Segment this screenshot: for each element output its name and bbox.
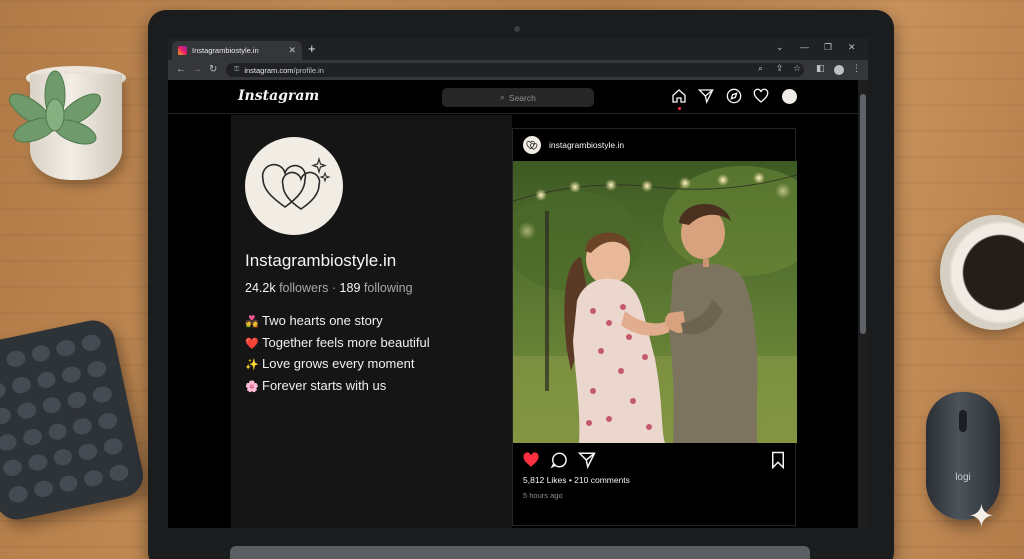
tab-search-chevron-icon[interactable]: ⌄ <box>776 42 784 53</box>
search-icon: ⌕ <box>500 92 505 102</box>
close-window-button[interactable]: ✕ <box>848 42 856 53</box>
bio-text: Love grows every moment <box>262 356 415 371</box>
side-panel-icon[interactable]: ◧ <box>816 63 825 74</box>
browser-profile-icon[interactable] <box>834 65 844 75</box>
following-count[interactable]: 189 <box>340 281 361 295</box>
laptop-base <box>230 546 810 559</box>
two-hearts-logo-icon <box>261 157 331 210</box>
browser-tab-bar: Instagrambiostyle.in ✕ + ⌄ — ❐ ✕ <box>168 38 868 60</box>
url-host: instagram.com <box>244 65 294 75</box>
bio-line: 🌸 Forever starts with us <box>245 376 430 398</box>
profile-username: Instagrambiostyle.in <box>245 251 397 270</box>
instagram-favicon-icon <box>178 46 187 55</box>
bio-text: Two hearts one story <box>262 313 383 328</box>
site-info-icon[interactable]: ⚿ <box>234 66 239 74</box>
webcam <box>514 26 520 32</box>
following-label[interactable]: following <box>364 281 413 295</box>
like-heart-icon[interactable] <box>522 451 540 469</box>
browser-tab[interactable]: Instagrambiostyle.in ✕ <box>172 41 302 60</box>
instagram-page: Instagram ⌕ Search Instagrambiostyle.in … <box>168 80 858 528</box>
tab-close-icon[interactable]: ✕ <box>288 45 296 56</box>
post-card: instagrambiostyle.in 5,812 Likes • 210 c… <box>512 128 797 526</box>
bio-line: ✨ Love grows every moment <box>245 354 430 376</box>
post-photo[interactable] <box>513 161 797 443</box>
forward-arrow-icon[interactable]: → <box>192 63 202 77</box>
url-text: instagram.com/profile.in <box>244 66 324 75</box>
scrollbar-thumb[interactable] <box>860 94 866 334</box>
profile-panel: Instagrambiostyle.in 24.2k followers · 1… <box>231 115 512 528</box>
mouse-wheel <box>959 410 967 432</box>
reload-icon[interactable]: ↻ <box>209 63 217 77</box>
bio-text: Forever starts with us <box>262 377 387 393</box>
stats-separator: · <box>331 281 337 295</box>
bio-text: Together feels more beautiful <box>262 334 430 350</box>
followers-label[interactable]: followers <box>279 281 328 295</box>
nav-profile-avatar[interactable] <box>782 89 797 104</box>
activity-heart-icon[interactable] <box>753 88 769 104</box>
browser-menu-icon[interactable]: ⋮ <box>852 63 861 74</box>
address-bar[interactable]: ⚿ instagram.com/profile.in <box>226 63 804 77</box>
two-hearts-icon <box>525 141 537 150</box>
notification-dot <box>678 107 681 110</box>
search-input[interactable]: ⌕ Search <box>442 88 594 107</box>
profile-stats: 24.2k followers · 189 following <box>245 281 413 295</box>
direct-message-icon[interactable] <box>697 88 714 104</box>
share-paper-plane-icon[interactable] <box>577 451 596 469</box>
bio-line: 💑 Two hearts one story <box>245 311 430 333</box>
minimize-button[interactable]: — <box>800 42 809 52</box>
profile-picture[interactable] <box>245 137 343 235</box>
mouse-brand-logo: logi <box>955 472 971 483</box>
red-heart-emoji-icon: ❤️ <box>245 337 259 350</box>
post-actions <box>513 451 797 470</box>
cherry-blossom-emoji-icon: 🌸 <box>245 380 259 393</box>
laptop-screen: Instagrambiostyle.in ✕ + ⌄ — ❐ ✕ ← → ↻ ⚿… <box>168 38 868 528</box>
maximize-button[interactable]: ❐ <box>824 42 832 53</box>
post-header: instagrambiostyle.in <box>513 129 797 161</box>
url-path: /profile.in <box>293 65 324 75</box>
tab-title: Instagrambiostyle.in <box>192 46 259 55</box>
couple-emoji-icon: 💑 <box>245 316 259 328</box>
browser-toolbar: ← → ↻ ⚿ instagram.com/profile.in ⌕ ⇪ ☆ ◧… <box>168 60 868 80</box>
succulent-plant <box>9 70 101 145</box>
comment-icon[interactable] <box>550 451 568 469</box>
share-icon[interactable]: ⇪ <box>776 63 784 74</box>
post-timestamp: 5 hours ago <box>523 491 563 500</box>
post-author-avatar[interactable] <box>523 136 541 154</box>
post-author-username[interactable]: instagrambiostyle.in <box>549 140 624 150</box>
page-scrollbar[interactable] <box>858 80 868 528</box>
save-bookmark-icon[interactable] <box>769 451 787 470</box>
new-tab-button[interactable]: + <box>308 41 316 57</box>
couple-photo-illustration <box>513 161 797 443</box>
bio-line: ❤️ Together feels more beautiful <box>245 333 430 355</box>
followers-count[interactable]: 24.2k <box>245 281 276 295</box>
post-likes-comments[interactable]: 5,812 Likes • 210 comments <box>523 475 630 485</box>
profile-bio: 💑 Two hearts one story ❤️ Together feels m… <box>245 311 430 397</box>
sparkle-icon: ✦ <box>968 498 995 534</box>
back-arrow-icon[interactable]: ← <box>176 63 186 77</box>
zoom-icon[interactable]: ⌕ <box>758 63 763 74</box>
instagram-logo[interactable]: Instagram <box>238 88 319 104</box>
instagram-top-nav: Instagram ⌕ Search <box>168 80 858 114</box>
sparkles-emoji-icon: ✨ <box>245 359 259 371</box>
home-icon[interactable] <box>671 88 687 104</box>
bookmark-star-icon[interactable]: ☆ <box>793 63 801 74</box>
explore-compass-icon[interactable] <box>726 88 742 104</box>
search-placeholder: Search <box>508 92 536 103</box>
